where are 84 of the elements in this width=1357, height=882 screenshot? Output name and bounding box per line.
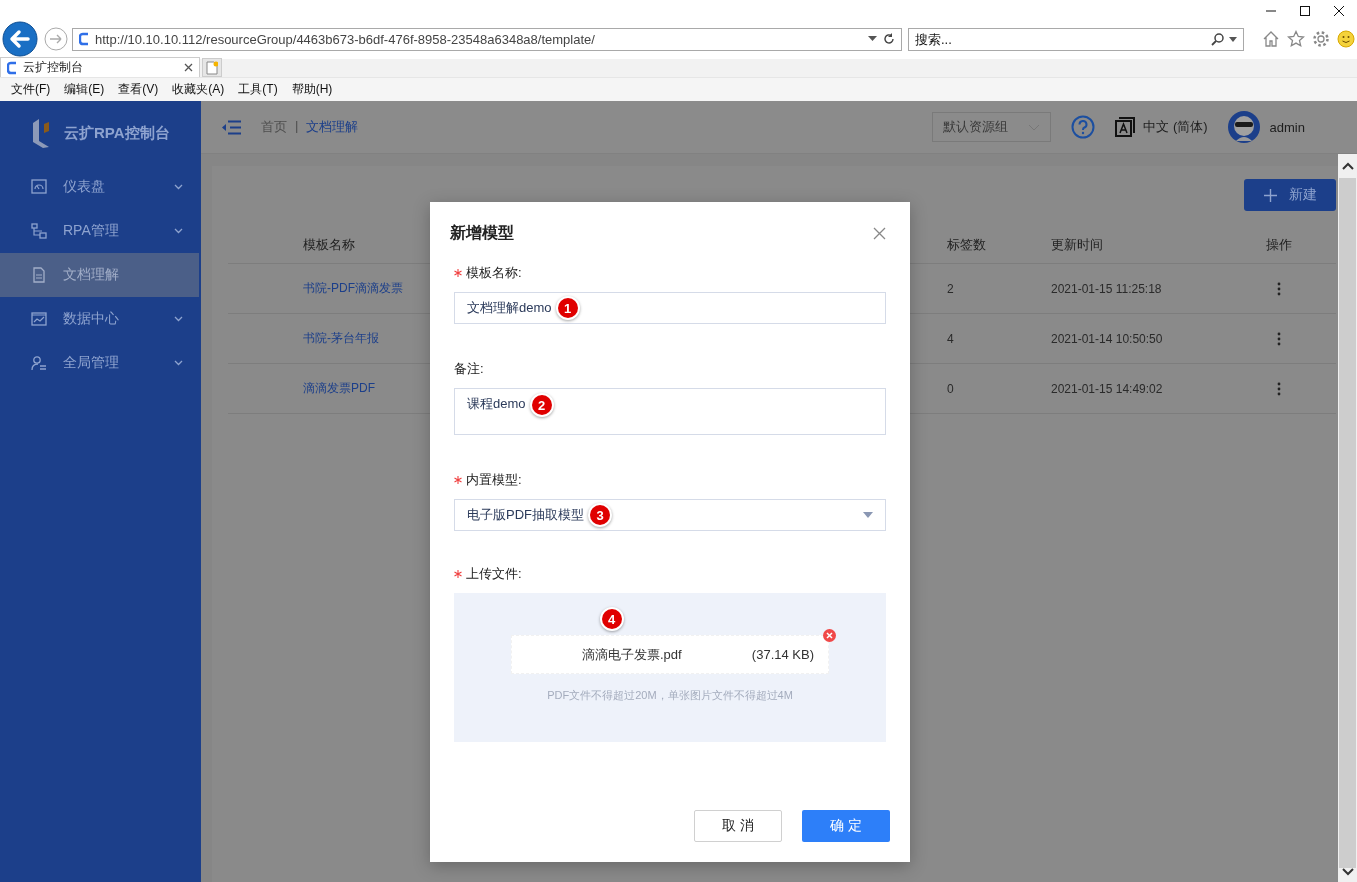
cancel-button[interactable]: 取 消 bbox=[694, 810, 782, 842]
chevron-up-icon[interactable] bbox=[1341, 162, 1354, 170]
language-icon[interactable] bbox=[1115, 117, 1136, 137]
close-icon[interactable] bbox=[184, 63, 193, 72]
step-marker: 3 bbox=[590, 505, 610, 525]
column-header: 操作 bbox=[1265, 235, 1292, 254]
menu-item-icon bbox=[31, 267, 47, 283]
user-name[interactable]: admin bbox=[1269, 119, 1305, 135]
menu-item-icon bbox=[31, 311, 47, 327]
upload-hint: PDF文件不得超过20M，单张图片文件不得超过4M bbox=[547, 688, 793, 703]
step-marker: 1 bbox=[557, 298, 578, 318]
more-icon[interactable] bbox=[1276, 281, 1281, 296]
menu-item[interactable]: 查看(V) bbox=[111, 81, 166, 98]
step-marker: 4 bbox=[601, 609, 622, 629]
avatar-icon[interactable] bbox=[1227, 111, 1260, 143]
column-header: 模板名称 bbox=[303, 235, 356, 254]
upload-area[interactable]: 4 滴滴电子发票.pdf (37.14 KB) PDF文件不得超过20M，单张图片文件不得超过4M bbox=[454, 593, 886, 742]
page-icon bbox=[79, 32, 89, 46]
menu-item[interactable]: 工具(T) bbox=[231, 81, 285, 98]
plus-icon bbox=[1263, 188, 1277, 202]
field-value: 电子版PDF抽取模型 bbox=[467, 506, 584, 524]
table-cell-text: 2021-01-15 14:49:02 bbox=[1051, 381, 1164, 396]
home-icon[interactable] bbox=[1262, 30, 1280, 48]
more-icon[interactable] bbox=[1276, 331, 1281, 346]
menu-item[interactable]: 收藏夹(A) bbox=[165, 81, 232, 98]
breadcrumb-separator: | bbox=[295, 118, 299, 135]
smiley-icon[interactable] bbox=[1337, 30, 1355, 48]
input-field[interactable]: 文档理解demo 1 bbox=[454, 292, 886, 324]
caret-icon bbox=[863, 512, 873, 518]
table-cell-text: 2 bbox=[947, 281, 955, 296]
language-label[interactable]: 中文 (简体) bbox=[1143, 118, 1208, 136]
menu-item-icon bbox=[31, 355, 47, 371]
menu-item-icon bbox=[31, 179, 47, 195]
file-name: 滴滴电子发票.pdf bbox=[582, 645, 682, 664]
search-field[interactable]: 搜索... bbox=[908, 27, 1244, 51]
dropdown-value: 默认资源组 bbox=[943, 118, 1009, 136]
close-icon[interactable] bbox=[1333, 4, 1345, 17]
sidebar-item[interactable]: 仪表盘 bbox=[0, 165, 201, 209]
more-icon[interactable] bbox=[1276, 381, 1281, 396]
new-button[interactable]: 新建 bbox=[1244, 179, 1336, 211]
column-header: 标签数 bbox=[947, 235, 987, 254]
back-button-icon[interactable] bbox=[2, 21, 38, 57]
dialog-title: 新增模型 bbox=[450, 222, 514, 243]
field-label: 备注: bbox=[454, 360, 484, 378]
logo-icon bbox=[32, 118, 50, 148]
app-title: 云扩RPA控制台 bbox=[64, 123, 170, 143]
field-value: 文档理解demo bbox=[467, 299, 552, 317]
sidebar-item[interactable]: 数据中心 bbox=[0, 297, 201, 341]
field-label: 模板名称: bbox=[466, 264, 522, 282]
textarea-field[interactable]: 课程demo 2 bbox=[454, 388, 886, 435]
menu-item[interactable]: 编辑(E) bbox=[57, 81, 112, 98]
menu-item[interactable]: 帮助(H) bbox=[284, 81, 340, 98]
refresh-icon[interactable] bbox=[883, 33, 895, 45]
maximize-icon[interactable] bbox=[1299, 4, 1311, 17]
confirm-button[interactable]: 确 定 bbox=[802, 810, 890, 842]
remove-icon[interactable] bbox=[823, 629, 836, 642]
menu-item-icon bbox=[31, 223, 47, 239]
browser-tab[interactable]: 云扩控制台 bbox=[0, 57, 200, 77]
step-marker: 2 bbox=[531, 395, 552, 415]
field-value: 课程demo bbox=[467, 395, 526, 413]
field-label: 内置模型: bbox=[466, 471, 522, 489]
caret-icon[interactable] bbox=[1229, 36, 1237, 42]
select-field[interactable]: 电子版PDF抽取模型 3 bbox=[454, 499, 886, 531]
scrollbar[interactable] bbox=[1338, 154, 1357, 882]
star-icon[interactable] bbox=[1287, 30, 1305, 48]
gear-icon[interactable] bbox=[1312, 30, 1330, 48]
table-cell-text: 2021-01-15 11:25:18 bbox=[1051, 281, 1163, 296]
table-cell-text: 0 bbox=[947, 381, 955, 396]
sidebar-item[interactable]: 全局管理 bbox=[0, 341, 201, 385]
table-cell-text: 2021-01-14 10:50:50 bbox=[1051, 331, 1164, 346]
menu-item[interactable]: 文件(F) bbox=[4, 81, 58, 98]
address-bar[interactable]: http://10.10.10.112/resourceGroup/4463b673-b6df-476f-8958-23548a6348a8/template/ bbox=[72, 27, 902, 51]
column-header: 更新时间 bbox=[1051, 235, 1104, 254]
menu-collapse-icon[interactable] bbox=[222, 119, 241, 135]
new-tab-icon bbox=[206, 60, 218, 75]
search-icon[interactable] bbox=[1211, 32, 1225, 46]
page-icon bbox=[7, 60, 17, 75]
chevron-down-icon[interactable] bbox=[1341, 868, 1354, 876]
sidebar-item[interactable]: RPA管理 bbox=[0, 209, 201, 253]
url-text: http://10.10.10.112/resourceGroup/4463b673-b6df-476f-8958-23548a6348a8/template/ bbox=[95, 31, 596, 47]
table-cell-text: 4 bbox=[947, 331, 955, 346]
caret-icon[interactable] bbox=[868, 36, 877, 42]
file-size: (37.14 KB) bbox=[751, 647, 814, 662]
field-label: 上传文件: bbox=[466, 565, 522, 583]
